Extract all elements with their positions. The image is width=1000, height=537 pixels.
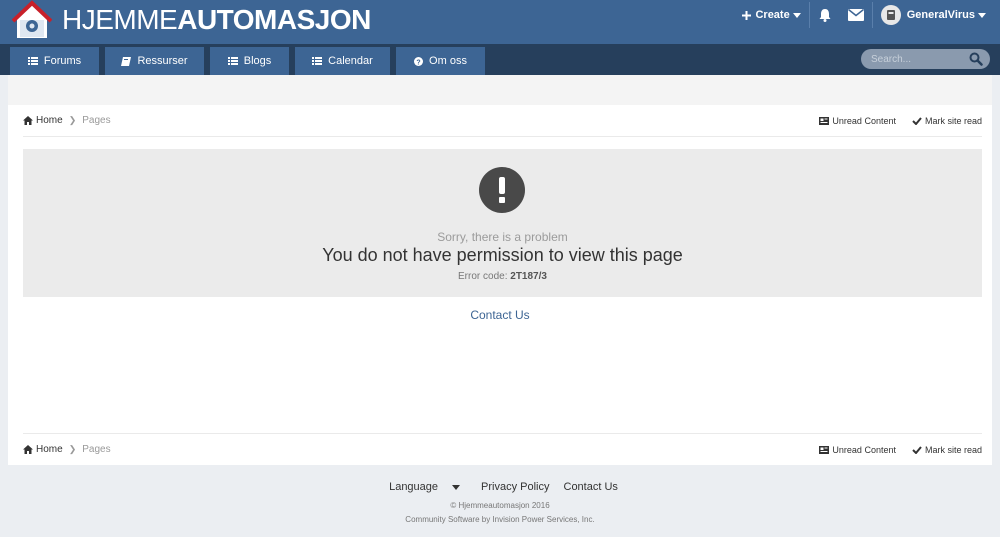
search-input[interactable] [871, 51, 961, 67]
tab-label: Ressurser [137, 55, 188, 67]
footer-links: Language Privacy Policy Contact Us [0, 481, 1000, 493]
error-subtitle: Sorry, there is a problem [437, 230, 568, 244]
tab-om-oss[interactable]: ? Om oss [396, 47, 485, 75]
search-icon[interactable] [969, 52, 983, 66]
breadcrumb: Home ❯ Pages Unread Content Mark site re… [23, 105, 982, 137]
checkmark-icon [912, 116, 922, 125]
username-label: GeneralVirus [906, 9, 975, 21]
copyright-text: © Hjemmeautomasjon 2016 [450, 501, 550, 510]
user-bar: Create GeneralVirus [734, 0, 994, 30]
breadcrumb-bottom: Home ❯ Pages Unread Content Mark site re… [23, 433, 982, 465]
breadcrumb-actions: Unread Content Mark site read [803, 116, 982, 126]
question-icon: ? [414, 56, 424, 66]
tab-label: Blogs [243, 55, 272, 67]
unread-content-label: Unread Content [832, 444, 896, 455]
site-header: HJEMMEAUTOMASJON Create GeneralVirus [0, 0, 1000, 44]
mark-site-read-label: Mark site read [924, 444, 982, 455]
newspaper-icon [819, 116, 830, 125]
envelope-icon [847, 9, 864, 21]
announcement-bar [8, 75, 992, 105]
tab-label: Forums [43, 55, 82, 67]
language-label: Language [389, 481, 439, 493]
site-title-light: HJEMME [62, 4, 178, 35]
breadcrumb-current: Pages [82, 444, 111, 455]
messages-button[interactable] [840, 0, 872, 30]
chevron-down-icon [792, 12, 801, 18]
tab-label: Calendar [328, 55, 373, 67]
exclamation-circle-icon [479, 167, 525, 213]
error-code-label: Error code: [458, 271, 508, 282]
breadcrumb-current: Pages [82, 115, 111, 126]
create-label: Create [755, 9, 790, 21]
unread-content-link[interactable]: Unread Content [819, 116, 896, 126]
breadcrumb-home[interactable]: Home [23, 115, 63, 126]
tab-blogs[interactable]: Blogs [210, 47, 289, 75]
nav-tabs: Forums Ressurser Blogs Calendar ? Om oss [10, 47, 491, 75]
site-logo-icon[interactable] [12, 0, 52, 40]
mark-site-read-label: Mark site read [924, 115, 982, 126]
contact-us-link[interactable]: Contact Us [8, 308, 992, 322]
list-icon [312, 57, 323, 65]
main-navigation: Forums Ressurser Blogs Calendar ? Om oss… [0, 44, 1000, 75]
site-title-bold: AUTOMASJON [177, 4, 371, 35]
language-menu[interactable]: Language [382, 481, 467, 493]
search-box [861, 49, 990, 69]
home-icon [23, 116, 33, 125]
create-menu[interactable]: Create [734, 0, 808, 30]
tab-forums[interactable]: Forums [10, 47, 99, 75]
tab-label: Om oss [429, 55, 467, 67]
error-code: Error code: 2T187/3 [23, 271, 982, 282]
error-message-box: Sorry, there is a problem You do not hav… [23, 149, 982, 297]
chevron-right-icon: ❯ [68, 115, 77, 125]
main-content: Home ❯ Pages Unread Content Mark site re… [8, 75, 992, 465]
svg-text:?: ? [416, 59, 420, 66]
footer-contact-link[interactable]: Contact Us [564, 481, 618, 493]
unread-content-link[interactable]: Unread Content [819, 445, 896, 455]
book-icon [121, 56, 132, 66]
mark-site-read-link[interactable]: Mark site read [912, 116, 982, 126]
error-title: You do not have permission to view this … [322, 245, 683, 265]
plus-icon [742, 10, 752, 20]
breadcrumb-home-label: Home [36, 115, 63, 126]
error-code-value: 2T187/3 [510, 271, 547, 282]
breadcrumb-home[interactable]: Home [23, 444, 63, 455]
newspaper-icon [819, 445, 830, 454]
tab-ressurser[interactable]: Ressurser [105, 47, 204, 75]
chevron-down-icon [978, 12, 986, 18]
list-icon [27, 57, 38, 65]
site-title[interactable]: HJEMMEAUTOMASJON [62, 6, 371, 34]
checkmark-icon [912, 445, 922, 454]
avatar-image-icon [886, 10, 895, 20]
chevron-right-icon: ❯ [68, 444, 77, 454]
user-menu[interactable]: GeneralVirus [873, 0, 994, 30]
breadcrumb-home-label: Home [36, 444, 63, 455]
notifications-button[interactable] [810, 0, 840, 30]
tab-calendar[interactable]: Calendar [295, 47, 390, 75]
powered-by-link[interactable]: Community Software by Invision Power Ser… [0, 515, 1000, 524]
avatar [880, 5, 901, 25]
unread-content-label: Unread Content [832, 115, 896, 126]
chevron-down-icon [452, 484, 461, 490]
breadcrumb-actions: Unread Content Mark site read [803, 445, 982, 455]
home-icon [23, 445, 33, 454]
list-icon [227, 57, 238, 65]
bell-icon [819, 9, 831, 22]
mark-site-read-link[interactable]: Mark site read [912, 445, 982, 455]
privacy-policy-link[interactable]: Privacy Policy [481, 481, 549, 493]
